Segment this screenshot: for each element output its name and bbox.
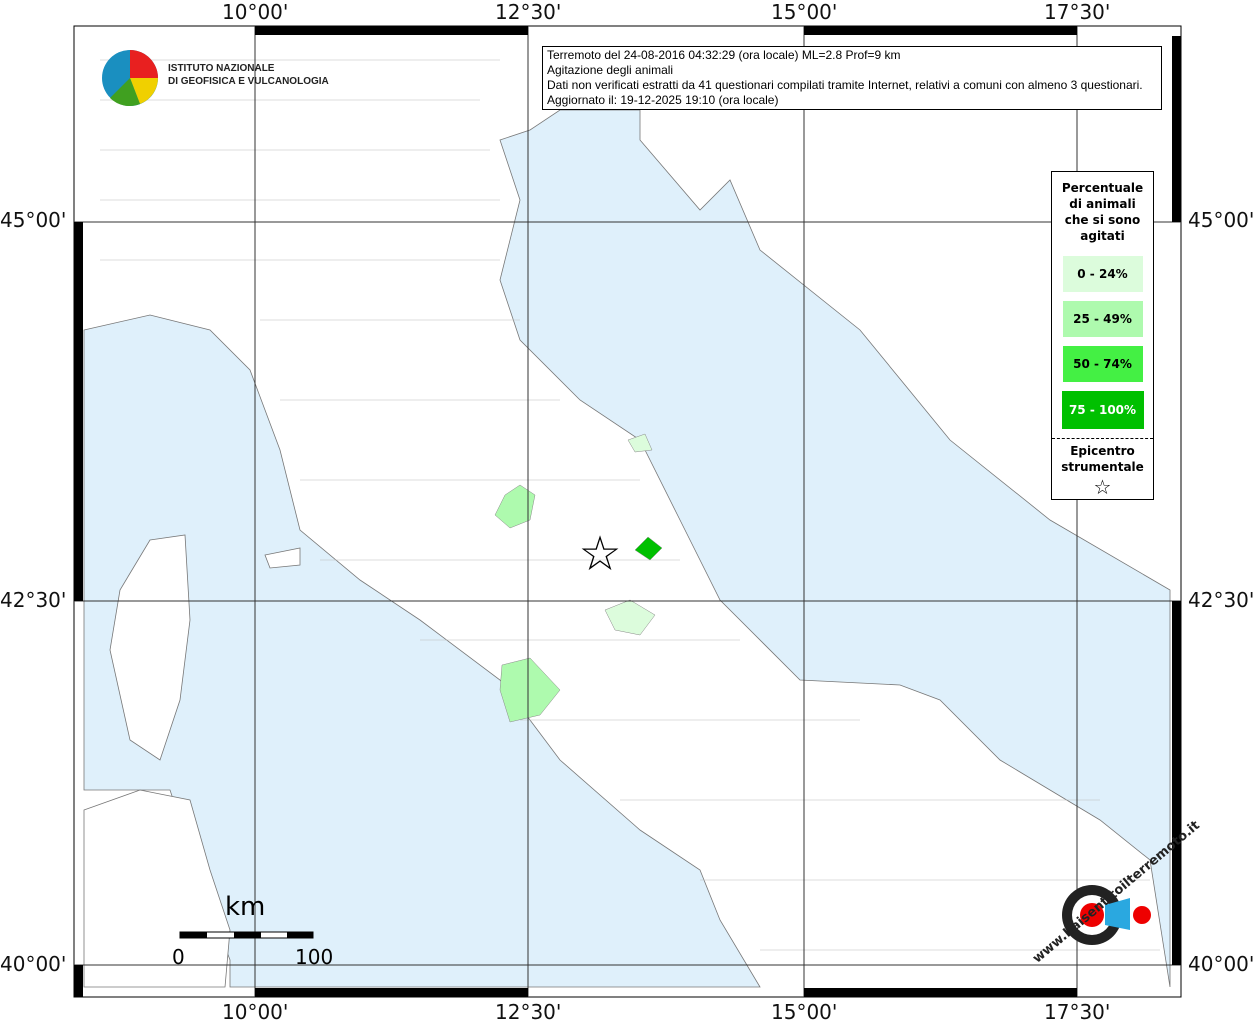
ingv-logo xyxy=(102,50,158,107)
lon-top-1: 12°30' xyxy=(495,0,562,24)
lat-left-0: 45°00' xyxy=(0,208,67,232)
legend-class-0: 0 - 24% xyxy=(1062,256,1143,292)
lon-top-2: 15°00' xyxy=(771,0,838,24)
data-note: Dati non verificati estratti da 41 quest… xyxy=(547,78,1143,92)
scale-bar xyxy=(179,931,314,939)
scale-zero: 0 xyxy=(172,945,185,969)
lon-bottom-1: 12°30' xyxy=(495,1000,562,1024)
ingv-logo-text: ISTITUTO NAZIONALE DI GEOFISICA E VULCANO… xyxy=(168,62,329,88)
ingv-line1: ISTITUTO NAZIONALE xyxy=(168,63,275,74)
map-title: Agitazione degli animali xyxy=(547,63,674,77)
lat-right-2: 40°00' xyxy=(1188,952,1254,976)
ingv-line2: DI GEOFISICA E VULCANOLOGIA xyxy=(168,76,329,87)
map[interactable]: ☆ xyxy=(0,0,1254,1024)
legend-class-3: 75 - 100% xyxy=(1061,391,1144,429)
info-box: Terremoto del 24-08-2016 04:32:29 (ora l… xyxy=(542,46,1162,110)
lon-top-3: 17°30' xyxy=(1044,0,1111,24)
legend-class-1: 25 - 49% xyxy=(1062,301,1143,337)
lat-left-1: 42°30' xyxy=(0,588,67,612)
updated-line: Aggiornato il: 19-12-2025 19:10 (ora loc… xyxy=(547,93,779,107)
lat-right-1: 42°30' xyxy=(1188,588,1254,612)
legend-epicenter-label: Epicentro strumentale xyxy=(1061,444,1144,474)
scale-unit: km xyxy=(225,892,266,922)
legend-class-2: 50 - 74% xyxy=(1062,346,1143,382)
epicenter-star: ☆ xyxy=(578,526,621,582)
event-line: Terremoto del 24-08-2016 04:32:29 (ora l… xyxy=(547,48,901,62)
lon-bottom-2: 15°00' xyxy=(771,1000,838,1024)
legend-epicenter: Epicentro strumentale ☆ xyxy=(1052,438,1153,499)
scale-max: 100 xyxy=(295,945,334,969)
lon-top-0: 10°00' xyxy=(222,0,289,24)
star-icon: ☆ xyxy=(1093,475,1112,499)
lat-right-0: 45°00' xyxy=(1188,208,1254,232)
legend-title: Percentuale di animali che si sono agita… xyxy=(1061,181,1144,243)
legend: Percentuale di animali che si sono agita… xyxy=(1051,171,1154,500)
lat-left-2: 40°00' xyxy=(0,952,67,976)
lon-bottom-3: 17°30' xyxy=(1044,1000,1111,1024)
lon-bottom-0: 10°00' xyxy=(222,1000,289,1024)
